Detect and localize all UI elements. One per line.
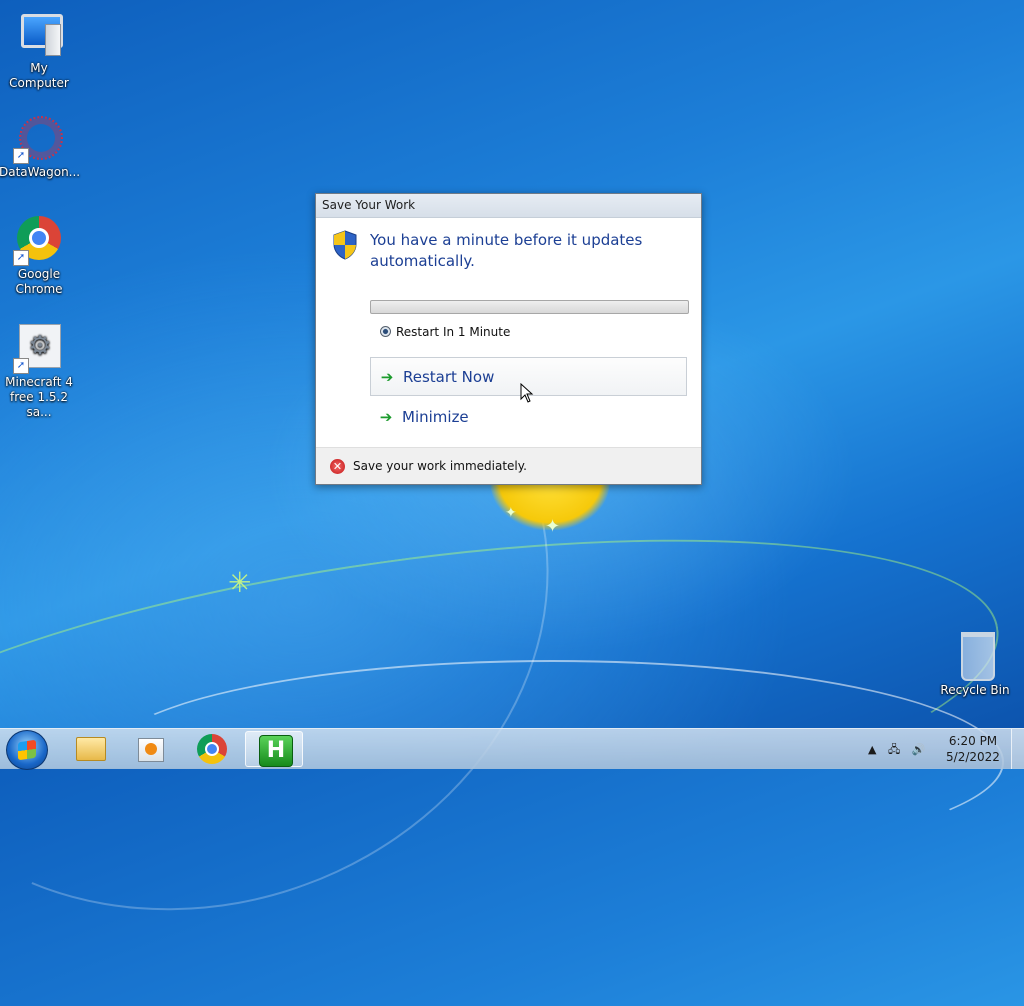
- start-button[interactable]: [6, 730, 48, 770]
- green-arrow-icon: ➔: [379, 408, 393, 426]
- chrome-icon: [197, 734, 227, 764]
- network-icon[interactable]: 🖧: [888, 743, 900, 756]
- footer-message: Save your work immediately.: [353, 459, 527, 473]
- dialog-title[interactable]: Save Your Work: [316, 194, 701, 218]
- show-desktop-button[interactable]: [1011, 729, 1024, 769]
- clock-date: 5/2/2022: [946, 750, 1000, 764]
- taskbar-media-player[interactable]: [121, 731, 179, 767]
- computer-icon: [15, 10, 63, 58]
- uac-shield-icon: [333, 230, 357, 260]
- gears-icon: ⚙ ➚: [13, 324, 63, 374]
- desktop-icon-recycle-bin[interactable]: Recycle Bin: [935, 632, 1015, 698]
- molecule-icon: ➚: [13, 114, 63, 164]
- desktop-icon-datawagon[interactable]: ➚ DataWagon...: [0, 114, 81, 180]
- shortcut-arrow-icon: ➚: [13, 148, 29, 164]
- chrome-icon: ➚: [13, 216, 63, 266]
- error-icon: ✕: [330, 459, 345, 474]
- clock-time: 6:20 PM: [948, 734, 998, 748]
- minimize-button[interactable]: ➔ Minimize: [370, 398, 687, 437]
- h-app-icon: H: [259, 735, 293, 767]
- taskbar-google-chrome[interactable]: [183, 731, 241, 767]
- shortcut-arrow-icon: ➚: [13, 250, 29, 266]
- desktop-icon-label: Recycle Bin: [940, 683, 1010, 697]
- radio-button[interactable]: [380, 326, 391, 337]
- media-player-icon: [138, 738, 164, 762]
- wallpaper-star: ✦: [545, 516, 561, 537]
- desktop-icon-label: My Computer: [9, 61, 69, 90]
- save-your-work-dialog: Save Your Work You have a minute before …: [315, 193, 702, 485]
- taskbar: H ▲ 🖧 🔊 6:20 PM 5/2/2022: [0, 728, 1024, 770]
- recycle-bin-icon: [951, 632, 999, 681]
- taskbar-h-app[interactable]: H: [245, 731, 303, 767]
- update-progress-bar: [370, 300, 689, 314]
- desktop-icon-google-chrome[interactable]: ➚ Google Chrome: [0, 216, 79, 297]
- green-arrow-icon: ➔: [380, 368, 394, 386]
- volume-icon[interactable]: 🔊: [912, 743, 926, 756]
- folder-icon: [76, 737, 106, 761]
- show-hidden-icons-icon[interactable]: ▲: [868, 743, 876, 756]
- taskbar-windows-explorer[interactable]: [60, 731, 118, 767]
- desktop-icon-label: Minecraft 4 free 1.5.2 sa...: [5, 375, 73, 419]
- wallpaper-star: ✳: [228, 566, 252, 599]
- system-tray: ▲ 🖧 🔊: [868, 741, 933, 760]
- desktop-icon-minecraft[interactable]: ⚙ ➚ Minecraft 4 free 1.5.2 sa...: [0, 324, 79, 420]
- wallpaper-star: ✦: [505, 505, 517, 521]
- minimize-label: Minimize: [402, 408, 469, 426]
- clock[interactable]: 6:20 PM 5/2/2022: [940, 733, 1006, 765]
- restart-now-label: Restart Now: [403, 368, 495, 386]
- dialog-headline: You have a minute before it updates auto…: [370, 231, 643, 270]
- windows-logo-icon: [18, 739, 36, 761]
- radio-label: Restart In 1 Minute: [396, 325, 511, 339]
- dialog-footer: ✕ Save your work immediately.: [316, 447, 701, 484]
- restart-timer-option[interactable]: Restart In 1 Minute: [380, 325, 510, 339]
- desktop-icon-my-computer[interactable]: My Computer: [0, 10, 79, 91]
- desktop-icon-label: DataWagon...: [0, 165, 81, 179]
- shortcut-arrow-icon: ➚: [13, 358, 29, 374]
- desktop-icon-label: Google Chrome: [15, 267, 63, 296]
